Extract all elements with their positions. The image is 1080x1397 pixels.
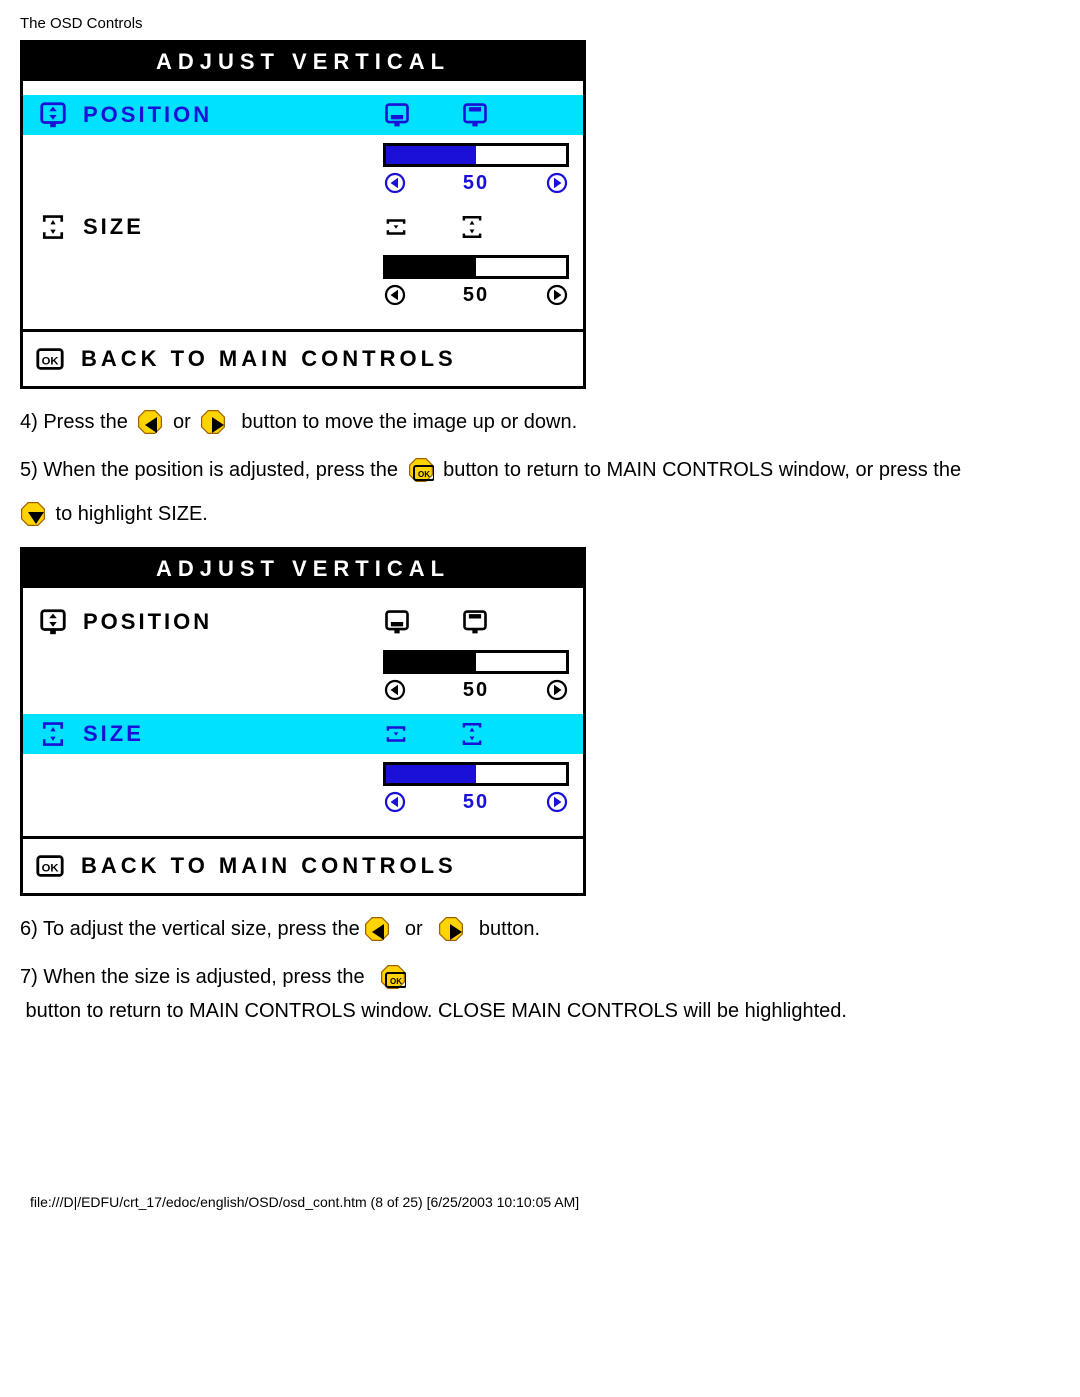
position-low-icon — [383, 608, 411, 636]
position-high-icon — [461, 101, 489, 129]
osd-back-row[interactable]: BACK TO MAIN CONTROLS — [23, 839, 583, 893]
footer-path: file:///D|/EDFU/crt_17/edoc/english/OSD/… — [0, 1044, 1080, 1220]
position-slider[interactable] — [383, 143, 569, 167]
ok-button-icon: OK — [380, 964, 406, 990]
size-label: SIZE — [83, 214, 383, 240]
osd-back-row[interactable]: BACK TO MAIN CONTROLS — [23, 332, 583, 386]
position-slider-block: 50 — [23, 135, 583, 207]
osd-title: ADJUST VERTICAL — [23, 43, 583, 81]
position-high-icon — [461, 608, 489, 636]
step-6: 6) To adjust the vertical size, press th… — [20, 914, 1060, 944]
svg-text:OK: OK — [390, 977, 402, 986]
size-slider-block: 50 — [23, 247, 583, 319]
size-small-icon — [383, 214, 409, 240]
arrow-left-icon[interactable] — [383, 678, 407, 702]
position-label: POSITION — [83, 609, 383, 635]
size-slider[interactable] — [383, 762, 569, 786]
position-value: 50 — [463, 679, 489, 702]
ok-icon — [33, 851, 67, 881]
size-label: SIZE — [83, 721, 383, 747]
position-icon — [23, 607, 83, 637]
svg-text:OK: OK — [418, 470, 430, 479]
osd-title: ADJUST VERTICAL — [23, 550, 583, 588]
position-low-icon — [383, 101, 411, 129]
size-large-icon — [459, 721, 485, 747]
step-7: 7) When the size is adjusted, press the … — [20, 962, 1060, 1026]
left-button-icon — [364, 916, 390, 942]
position-slider[interactable] — [383, 650, 569, 674]
arrow-right-icon[interactable] — [545, 790, 569, 814]
arrow-left-icon[interactable] — [383, 171, 407, 195]
osd-panel-position: ADJUST VERTICAL POSITION — [20, 40, 586, 389]
step-5: 5) When the position is adjusted, press … — [20, 455, 1060, 529]
size-value: 50 — [463, 284, 489, 307]
osd-row-position[interactable]: POSITION — [23, 95, 583, 135]
position-icon — [23, 100, 83, 130]
right-button-icon — [438, 916, 464, 942]
size-slider[interactable] — [383, 255, 569, 279]
size-large-icon — [459, 214, 485, 240]
page-title: The OSD Controls — [20, 15, 1060, 32]
osd-row-size[interactable]: SIZE — [23, 207, 583, 247]
step-4: 4) Press the or button to move the image… — [20, 407, 1060, 437]
back-label: BACK TO MAIN CONTROLS — [81, 346, 457, 372]
ok-icon — [33, 344, 67, 374]
size-slider-block: 50 — [23, 754, 583, 826]
size-small-icon — [383, 721, 409, 747]
right-button-icon — [200, 409, 226, 435]
down-button-icon — [20, 501, 46, 527]
ok-button-icon: OK — [408, 457, 434, 483]
arrow-right-icon[interactable] — [545, 678, 569, 702]
size-value: 50 — [463, 791, 489, 814]
size-icon — [23, 720, 83, 748]
osd-panel-size: ADJUST VERTICAL POSITION — [20, 547, 586, 896]
position-slider-block: 50 — [23, 642, 583, 714]
position-value: 50 — [463, 172, 489, 195]
back-label: BACK TO MAIN CONTROLS — [81, 853, 457, 879]
size-icon — [23, 213, 83, 241]
arrow-left-icon[interactable] — [383, 283, 407, 307]
arrow-left-icon[interactable] — [383, 790, 407, 814]
left-button-icon — [137, 409, 163, 435]
position-label: POSITION — [83, 102, 383, 128]
osd-row-position[interactable]: POSITION — [23, 602, 583, 642]
arrow-right-icon[interactable] — [545, 283, 569, 307]
osd-row-size[interactable]: SIZE — [23, 714, 583, 754]
arrow-right-icon[interactable] — [545, 171, 569, 195]
